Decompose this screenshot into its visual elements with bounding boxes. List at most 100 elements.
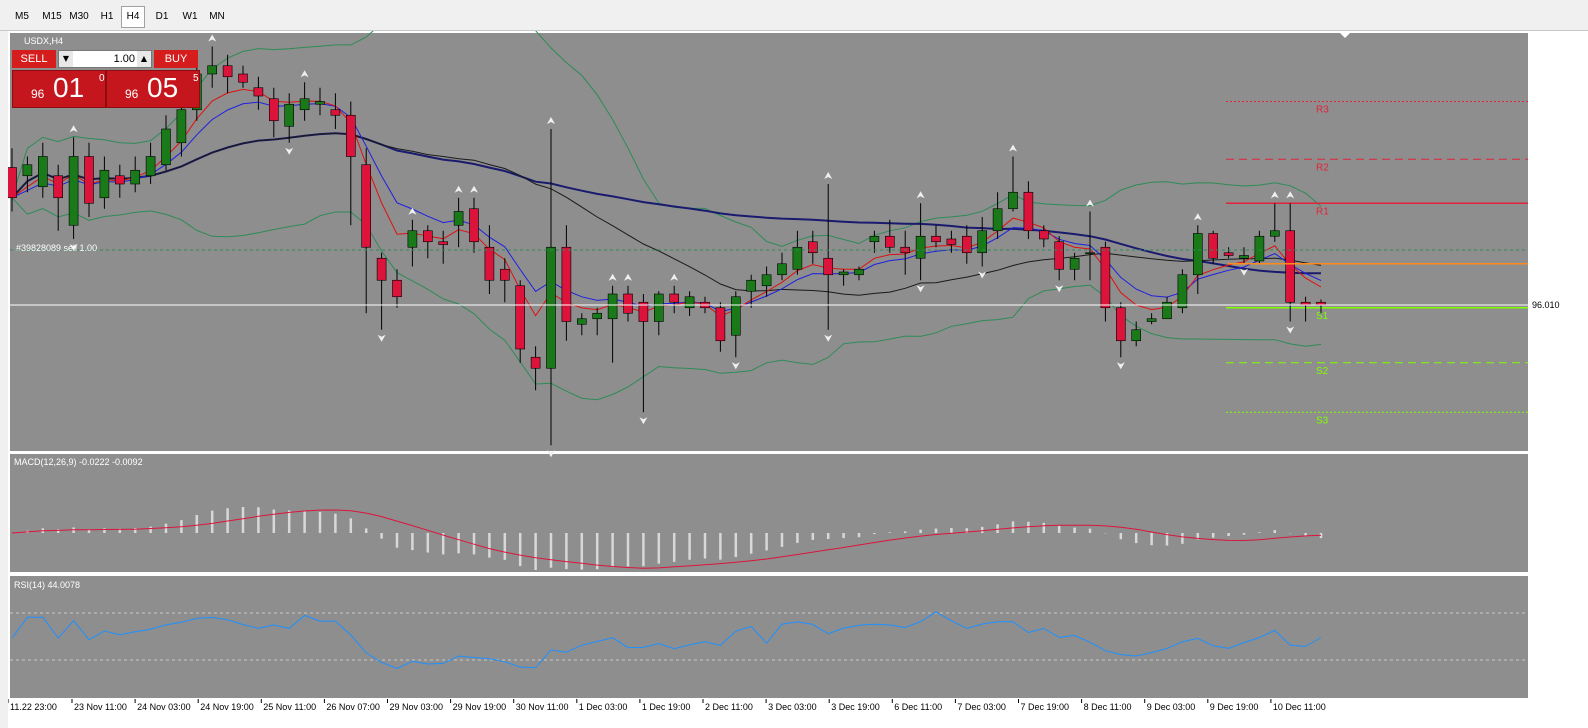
candle-bull xyxy=(453,211,464,226)
macd-tick-zero: 0.00 xyxy=(1533,528,1551,538)
candle-bear xyxy=(268,98,279,122)
candle-bear xyxy=(392,279,402,298)
candle-bull xyxy=(1069,257,1080,270)
candle-bull xyxy=(977,230,988,254)
tf-h4[interactable]: H4 xyxy=(121,6,145,28)
price-tick-label: 96.210 xyxy=(1535,245,1563,255)
candle-bull xyxy=(838,271,849,276)
price-axis: 96.930 96.810 96.690 96.570 96.450 96.330 96.2… xyxy=(1529,47,1563,453)
candle-bull xyxy=(145,156,156,177)
candle-bear xyxy=(1223,252,1234,256)
rsi-tick-70: 70 xyxy=(1533,609,1543,619)
time-label: 3 Dec 03:00 xyxy=(768,702,817,712)
candle-bull xyxy=(546,246,556,369)
pivot-label-s3: S3 xyxy=(1316,415,1329,426)
candle-bear xyxy=(84,156,94,204)
time-label: 2 Dec 11:00 xyxy=(705,702,753,712)
sell-button[interactable]: SELL xyxy=(12,50,56,68)
price-tick-label: 95.970 xyxy=(1535,311,1563,321)
candle-bear xyxy=(1208,233,1218,259)
price-tick-label: 96.330 xyxy=(1535,212,1563,222)
macd-label: MACD(12,26,9) -0.0222 -0.0092 xyxy=(14,457,143,467)
buy-price-fraction: 5 xyxy=(193,73,199,84)
lot-decrease-icon[interactable]: ▼ xyxy=(59,51,73,67)
chart-window[interactable]: R3 R2 R1 S1 S2 S3 #39828089 sell 1.00 USDX,H4… xyxy=(8,31,1588,728)
candle-bull xyxy=(1131,329,1141,342)
candle-bull xyxy=(576,318,587,325)
candle-bull xyxy=(176,109,187,144)
candle-bear xyxy=(1039,230,1049,240)
candle-bull xyxy=(592,312,603,320)
buy-button[interactable]: BUY xyxy=(154,50,198,68)
lot-size-value[interactable]: 1.00 xyxy=(73,51,135,67)
candle-bear xyxy=(1116,307,1126,342)
tf-m5[interactable]: M5 xyxy=(9,6,35,28)
candle-bull xyxy=(915,235,926,259)
price-tick-label: 96.090 xyxy=(1535,278,1563,288)
pivot-label-r2: R2 xyxy=(1316,162,1329,173)
time-label: 29 Nov 19:00 xyxy=(453,702,507,712)
candle-bull xyxy=(1270,230,1280,237)
rsi-label: RSI(14) 44.0078 xyxy=(14,580,80,590)
candle-bear xyxy=(330,109,341,116)
chart-canvas[interactable]: R3 R2 R1 S1 S2 S3 #39828089 sell 1.00 USDX,H4… xyxy=(8,31,1588,728)
candle-bear xyxy=(8,167,17,199)
tf-d1[interactable]: D1 xyxy=(150,6,174,28)
time-label: 7 Dec 03:00 xyxy=(957,702,1006,712)
order-label: #39828089 sell 1.00 xyxy=(16,243,97,253)
candle-bear xyxy=(253,87,264,97)
lot-increase-icon[interactable]: ▲ xyxy=(137,51,151,67)
candle-bull xyxy=(653,293,664,322)
time-axis: 11.22 23:00 23 Nov 11:00 24 Nov 03:00 24 No… xyxy=(8,699,1326,713)
svg-text:96.010: 96.010 xyxy=(1532,300,1560,310)
candle-bear xyxy=(623,293,633,314)
candle-bull xyxy=(68,156,79,226)
candle-bear xyxy=(345,114,356,157)
candle-bull xyxy=(992,208,1003,232)
price-tick-label: 96.570 xyxy=(1535,146,1563,156)
buy-price-prefix: 96 xyxy=(125,87,139,101)
tf-m15[interactable]: M15 xyxy=(37,6,67,28)
sell-price-display[interactable]: 96 01 0 xyxy=(12,70,106,108)
candle-bull xyxy=(746,279,757,292)
time-label: 1 Dec 03:00 xyxy=(579,702,628,712)
time-label: 24 Nov 19:00 xyxy=(200,702,254,712)
time-label: 6 Dec 11:00 xyxy=(894,702,942,712)
candle-bull xyxy=(1146,318,1157,322)
candle-bear xyxy=(115,175,125,185)
candle-bear xyxy=(222,65,233,78)
rsi-tick-100: 100 xyxy=(1533,579,1548,589)
tf-w1[interactable]: W1 xyxy=(177,6,203,28)
current-price-tag: 96.010 xyxy=(1530,299,1566,311)
lot-size-input[interactable]: ▼ 1.00 ▲ xyxy=(58,50,152,68)
time-label: 26 Nov 07:00 xyxy=(326,702,380,712)
time-label: 7 Dec 19:00 xyxy=(1021,702,1070,712)
candle-bear xyxy=(823,257,834,276)
candle-bull xyxy=(1254,235,1265,262)
candle-bear xyxy=(376,257,387,281)
candle-bear xyxy=(1285,230,1295,303)
pivot-label-r1: R1 xyxy=(1316,206,1329,217)
candle-bear xyxy=(1100,246,1111,309)
timeframe-toolbar: M5 M15 M30 H1 H4 D1 W1 MN xyxy=(0,0,1588,31)
candle-bear xyxy=(946,238,957,245)
time-label: 11.22 23:00 xyxy=(10,702,57,712)
sell-price-fraction: 0 xyxy=(99,73,105,84)
candle-bull xyxy=(37,156,48,188)
time-label: 3 Dec 19:00 xyxy=(831,702,880,712)
candle-bull xyxy=(792,246,803,270)
candle-bull xyxy=(854,268,864,276)
sell-price-main: 01 xyxy=(53,72,85,103)
candle-bull xyxy=(22,164,33,177)
candle-bear xyxy=(438,241,449,245)
candle-bear xyxy=(422,230,433,243)
pivot-label-r3: R3 xyxy=(1316,105,1329,116)
candle-bear xyxy=(669,293,680,303)
tf-mn[interactable]: MN xyxy=(202,6,232,28)
tf-m30[interactable]: M30 xyxy=(64,6,94,28)
candle-bull xyxy=(161,128,171,166)
buy-price-display[interactable]: 96 05 5 xyxy=(106,70,200,108)
time-label: 8 Dec 11:00 xyxy=(1084,702,1132,712)
candle-bull xyxy=(1085,252,1095,255)
tf-h1[interactable]: H1 xyxy=(94,6,120,28)
